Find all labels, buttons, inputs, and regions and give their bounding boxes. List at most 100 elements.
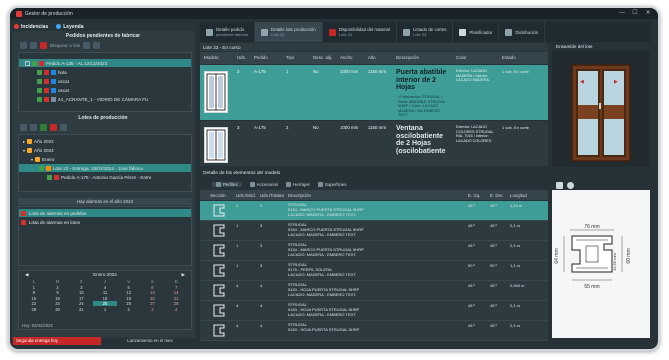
next-month-icon[interactable]: ▶ [181,272,185,278]
product-row[interactable]: 3 A-175 1 No 1000 mm 1150 mm Puerta abat… [200,65,548,120]
column-header[interactable]: Uds. [237,55,246,60]
calendar-day[interactable]: 17 [69,296,93,301]
calendar-day[interactable]: 6 [141,285,165,290]
calendar-day[interactable]: 2 [46,285,70,290]
calendar-day[interactable]: 25 [93,301,117,307]
calendar-day[interactable]: 30 [46,307,70,312]
prev-month-icon[interactable]: ◀ [25,272,29,278]
column-header[interactable]: Estado [502,55,516,60]
calendar-day[interactable]: 15 [22,296,46,301]
column-header[interactable]: Alto [368,55,376,60]
calendar-day[interactable]: 22 [22,301,46,306]
detalle-row[interactable]: 1 3 STRUGAL 5175 - PERFIL SOLERA LACADO: M… [200,261,548,281]
tab-5[interactable]: Distribución [499,22,546,42]
calendar-day[interactable]: 26 [117,301,141,306]
calendar-day[interactable]: 16 [46,296,70,301]
calendar-day[interactable]: 13 [141,290,165,295]
tree-row[interactable]: Lote 23 - Entrega: 25/01/2024 - Jose fáb… [19,164,191,172]
calendar-day[interactable]: 8 [22,290,46,295]
detalle-row[interactable]: 4 4 STRUGAL 5163 - HOJA PUERTA STRUGAL 5HR… [200,281,548,301]
tree-row[interactable]: oscat [19,77,191,85]
calendar-day[interactable]: 24 [69,301,93,306]
column-header[interactable]: Tipo [286,55,294,60]
product-row[interactable]: 3 A-175 2 No 1000 mm 1150 mm Ventana osc… [200,121,548,166]
incidencias-button[interactable]: Incidencias [14,24,48,30]
detalle-row[interactable]: 4 4 STRUGAL 5163 - HOJA PUERTA STRUGAL 5HR… [200,321,548,341]
column-header[interactable]: Sección [210,193,226,198]
calendar-day[interactable]: 19 [117,296,141,301]
calendar-day[interactable]: 10 [69,290,93,295]
circle-view-icon[interactable] [567,181,574,189]
calendar-day[interactable]: 20 [141,296,165,301]
tab-2[interactable]: Disponibilidad del material Lote 23 [323,22,397,42]
refresh-icon[interactable] [83,42,91,49]
detalle-row[interactable]: 4 4 STRUGAL 5163 - HOJA PUERTA STRUGAL 5HR… [200,301,548,321]
collapse-icon[interactable] [30,124,37,131]
calendar-day[interactable]: 3 [141,307,165,312]
detalle-row[interactable]: 1 3 STRUGAL 5154 - MARCO PUERTA STRUGAL 5H… [200,241,548,261]
tab-0[interactable]: Detalle pedido pendiente fabricar [200,22,256,42]
detalle-tab-0[interactable]: Perfiles [212,182,242,187]
alarm-item[interactable]: Lista de alarmas en lotes [19,218,191,226]
calendar-day[interactable]: 29 [22,307,46,312]
tree-row[interactable]: ▾ Año 2024 [19,146,191,154]
checkbox[interactable] [25,60,30,66]
calendar-day[interactable]: 23 [46,301,70,306]
column-header[interactable]: E. Izq. [468,193,480,198]
calendar-day[interactable]: 12 [117,290,141,295]
minimize-button[interactable]: — [616,9,628,18]
expand-arrow-icon[interactable]: ▾ [31,157,33,162]
calendar-day[interactable]: 28 [164,301,188,306]
calendar-day[interactable]: 7 [164,285,188,290]
column-header[interactable]: Uds./Totales [260,193,284,198]
expand-icon[interactable] [20,42,27,49]
alarm-item[interactable]: Lista de alarmas en pedidos [19,209,191,217]
tree-row[interactable]: ▾ Enero [19,155,191,163]
delete-icon[interactable] [50,124,57,131]
column-header[interactable]: Ancho [340,55,352,60]
tree-row[interactable]: oscat [19,86,191,94]
square-view-icon[interactable] [556,181,563,189]
detalle-row[interactable]: 1 3 STRUGAL 5154 - MARCO PUERTA STRUGAL 5H… [200,221,548,241]
calendar-day[interactable]: 21 [164,296,188,301]
column-header[interactable]: Descripción [396,55,419,60]
detalle-tab-2[interactable]: Herrajes [286,182,310,187]
expand-arrow-icon[interactable]: ▾ [23,148,25,153]
tree-row[interactable]: 44_ACRANTE_1 - VIDRIO DE CÁMARA FU [19,95,191,103]
column-header[interactable]: Desc. adj. [313,55,333,60]
tab-1[interactable]: Detalle lote producción Lote 23 [255,22,323,42]
column-header[interactable]: Longitud [510,193,527,198]
column-header[interactable]: Pedido [254,55,268,60]
expand-arrow-icon[interactable]: ▸ [23,139,25,144]
column-header[interactable]: Descripción [288,193,311,198]
calendar-day[interactable]: 31 [69,307,93,312]
calendar-day[interactable]: 9 [46,290,70,295]
calendar-day[interactable]: 4 [164,307,188,312]
detalle-row[interactable]: 1 3 STRUGAL 5154 - MARCO PUERTA STRUGAL 5H… [200,201,548,221]
tree-row[interactable]: Pedido A-135 - AL 12/12/2023 [19,59,191,67]
calendar-day[interactable]: 4 [93,285,117,290]
detalle-tab-3[interactable]: Superficies [317,182,346,187]
maximize-button[interactable]: ☐ [629,9,641,18]
tab-3[interactable]: Listado de cortes Lote 23 [397,22,454,42]
tab-4[interactable]: Planificador [453,22,500,42]
column-header[interactable]: E. Der. [490,193,503,198]
column-header[interactable]: Color [456,55,467,60]
print-icon[interactable] [60,124,67,131]
calendar-day[interactable]: 1 [93,307,117,312]
collapse-icon[interactable] [30,42,37,49]
calendar-day[interactable]: 2 [117,307,141,312]
tree-row[interactable]: Pedido A-175 - Antonio García Pérez - En… [19,173,191,181]
bloquear-label[interactable]: Bloquear a lote [50,43,80,48]
tree-row[interactable]: hola [19,68,191,76]
calendar-day[interactable]: 18 [93,296,117,301]
ensamble-lote-title[interactable]: Ensamble del lote [552,43,650,51]
print-icon[interactable] [93,42,101,49]
calendar-day[interactable]: 1 [22,285,46,290]
expand-icon[interactable] [20,124,27,131]
column-header[interactable]: Modelo [204,55,218,60]
lock-icon[interactable] [40,42,47,49]
detalle-tab-1[interactable]: Accesorios [249,182,278,187]
calendar-day[interactable]: 27 [141,301,165,306]
column-header[interactable]: Uds./Mód. [236,193,256,198]
